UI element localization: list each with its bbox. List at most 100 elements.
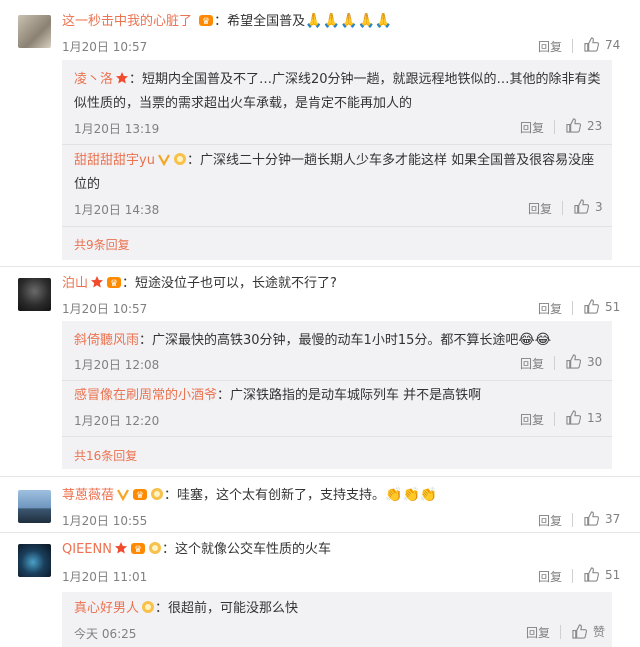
divider xyxy=(0,532,640,533)
reply-time: 1月20日 12:20 xyxy=(74,414,160,428)
reply-time: 1月20日 14:38 xyxy=(74,203,160,217)
like-count: 51 xyxy=(605,568,621,582)
thumbs-up-icon xyxy=(566,354,581,369)
member-level-icon xyxy=(151,488,164,500)
avatar[interactable] xyxy=(18,490,51,523)
thumbs-up-icon xyxy=(566,118,581,133)
reply-button[interactable]: 回复 xyxy=(520,411,544,428)
comment-text: ：哇塞，这个太有创新了，支持支持。 xyxy=(164,488,386,503)
thumbs-up-icon xyxy=(572,624,587,639)
like-count: 13 xyxy=(587,411,603,425)
thumbs-up-icon xyxy=(584,37,599,52)
divider xyxy=(554,412,555,426)
like-count: 30 xyxy=(587,355,603,369)
more-replies-link[interactable]: 共9条回复 xyxy=(74,236,130,253)
reply-text: ：广深铁路指的是动车城际列车 并不是高铁啊 xyxy=(217,388,482,403)
member-crown-icon: ♛ xyxy=(199,15,214,27)
like-button[interactable]: 37 xyxy=(584,511,620,526)
divider xyxy=(572,301,573,315)
thumbs-up-icon xyxy=(566,410,581,425)
like-count: 51 xyxy=(605,300,621,314)
comment-time: 1月20日 11:01 xyxy=(62,570,148,584)
reply-item: 斜倚聽风雨：广深最快的高铁30分钟，最慢的动车1小时15分。都不算长途吧😂😂 xyxy=(74,328,604,353)
comment-username[interactable]: QIEENN xyxy=(62,542,112,557)
verified-v-icon xyxy=(117,489,129,501)
like-count: 74 xyxy=(605,38,621,52)
like-button[interactable]: 51 xyxy=(584,299,620,314)
like-button[interactable]: 51 xyxy=(584,567,620,582)
divider xyxy=(562,201,563,215)
divider xyxy=(572,39,573,53)
reply-button[interactable]: 回复 xyxy=(526,624,550,641)
comment-time: 1月20日 10:55 xyxy=(62,514,148,528)
thumbs-up-icon xyxy=(584,299,599,314)
reply-text: ：短期内全国普及不了…广深线20分钟一趟，就跟远程地铁似的…其他的除非有类似性质… xyxy=(74,72,601,111)
like-count: 3 xyxy=(595,200,603,214)
thumbs-up-icon xyxy=(584,511,599,526)
reply-username[interactable]: 感冒像在刷周常的小酒爷 xyxy=(74,388,217,403)
laughing-emoji: 😂😂 xyxy=(518,332,552,348)
reply-username[interactable]: 凌丶洛 xyxy=(74,72,113,87)
like-button[interactable]: 13 xyxy=(566,410,602,425)
avatar[interactable] xyxy=(18,278,51,311)
divider xyxy=(62,144,612,145)
more-replies-link[interactable]: 共16条回复 xyxy=(74,447,137,464)
reply-item: 感冒像在刷周常的小酒爷：广深铁路指的是动车城际列车 并不是高铁啊 xyxy=(74,384,604,408)
reply-time: 1月20日 13:19 xyxy=(74,122,160,136)
comment-text: ：这个就像公交车性质的火车 xyxy=(161,542,331,557)
divider xyxy=(62,226,612,227)
member-level-icon xyxy=(142,601,155,613)
reply-time: 今天 06:25 xyxy=(74,627,137,641)
reply-item: 甜甜甜甜宇yu ：广深线二十分钟一趟长期人少车多才能这样 如果全国普及很容易没座位… xyxy=(74,149,604,197)
reply-button[interactable]: 回复 xyxy=(538,568,562,585)
reply-button[interactable]: 回复 xyxy=(538,300,562,317)
comment-username[interactable]: 泊山 xyxy=(62,276,88,291)
reply-thread: 斜倚聽风雨：广深最快的高铁30分钟，最慢的动车1小时15分。都不算长途吧😂😂 1… xyxy=(62,321,612,469)
pray-emoji: 🙏🙏🙏🙏🙏 xyxy=(305,13,393,29)
reply-button[interactable]: 回复 xyxy=(528,200,552,217)
reply-text: ：很超前，可能没那么快 xyxy=(155,601,299,616)
svg-text:♛: ♛ xyxy=(110,279,118,289)
reply-thread: 真心好男人 ：很超前，可能没那么快 今天 06:25 回复 赞 xyxy=(62,592,612,647)
vip-star-icon xyxy=(116,72,129,84)
reply-username[interactable]: 真心好男人 xyxy=(74,601,139,616)
reply-text: ：广深最快的高铁30分钟，最慢的动车1小时15分。都不算长途吧 xyxy=(139,333,519,348)
comment-text: ：希望全国普及 xyxy=(214,14,306,29)
like-count: 23 xyxy=(587,119,603,133)
divider xyxy=(560,625,561,639)
thumbs-up-icon xyxy=(574,199,589,214)
like-button[interactable]: 74 xyxy=(584,37,620,52)
avatar[interactable] xyxy=(18,15,51,48)
comment-time: 1月20日 10:57 xyxy=(62,302,148,316)
reply-username[interactable]: 斜倚聽风雨 xyxy=(74,333,139,348)
like-count: 37 xyxy=(605,512,621,526)
member-level-icon xyxy=(173,153,186,165)
divider xyxy=(62,436,612,437)
member-level-icon xyxy=(148,542,161,554)
reply-button[interactable]: 回复 xyxy=(520,355,544,372)
like-button[interactable]: 23 xyxy=(566,118,602,133)
divider xyxy=(0,476,640,477)
reply-button[interactable]: 回复 xyxy=(520,119,544,136)
reply-username[interactable]: 甜甜甜甜宇yu xyxy=(74,153,155,168)
reply-button[interactable]: 回复 xyxy=(538,512,562,529)
clap-emoji: 👏👏👏 xyxy=(385,487,438,503)
divider xyxy=(0,266,640,267)
like-button[interactable]: 30 xyxy=(566,354,602,369)
vip-star-icon xyxy=(91,276,104,288)
like-count: 赞 xyxy=(593,625,606,639)
like-button[interactable]: 赞 xyxy=(572,623,605,640)
reply-button[interactable]: 回复 xyxy=(538,38,562,55)
member-crown-icon: ♛ xyxy=(107,277,122,289)
comment-text: ：短途没位子也可以，长途就不行了? xyxy=(122,276,337,291)
avatar[interactable] xyxy=(18,544,51,577)
divider xyxy=(554,120,555,134)
vip-star-icon xyxy=(114,542,127,554)
verified-v-icon xyxy=(157,154,170,166)
svg-text:♛: ♛ xyxy=(202,17,210,27)
reply-thread: 凌丶洛 ：短期内全国普及不了…广深线20分钟一趟，就跟远程地铁似的…其他的除非有类… xyxy=(62,60,612,260)
like-button[interactable]: 3 xyxy=(574,199,603,214)
comment-username[interactable]: 这一秒击中我的心脏了 xyxy=(62,14,192,29)
reply-item: 凌丶洛 ：短期内全国普及不了…广深线20分钟一趟，就跟远程地铁似的…其他的除非有类… xyxy=(74,68,604,116)
comment-username[interactable]: 荨蒽薇蓓 xyxy=(62,488,114,503)
